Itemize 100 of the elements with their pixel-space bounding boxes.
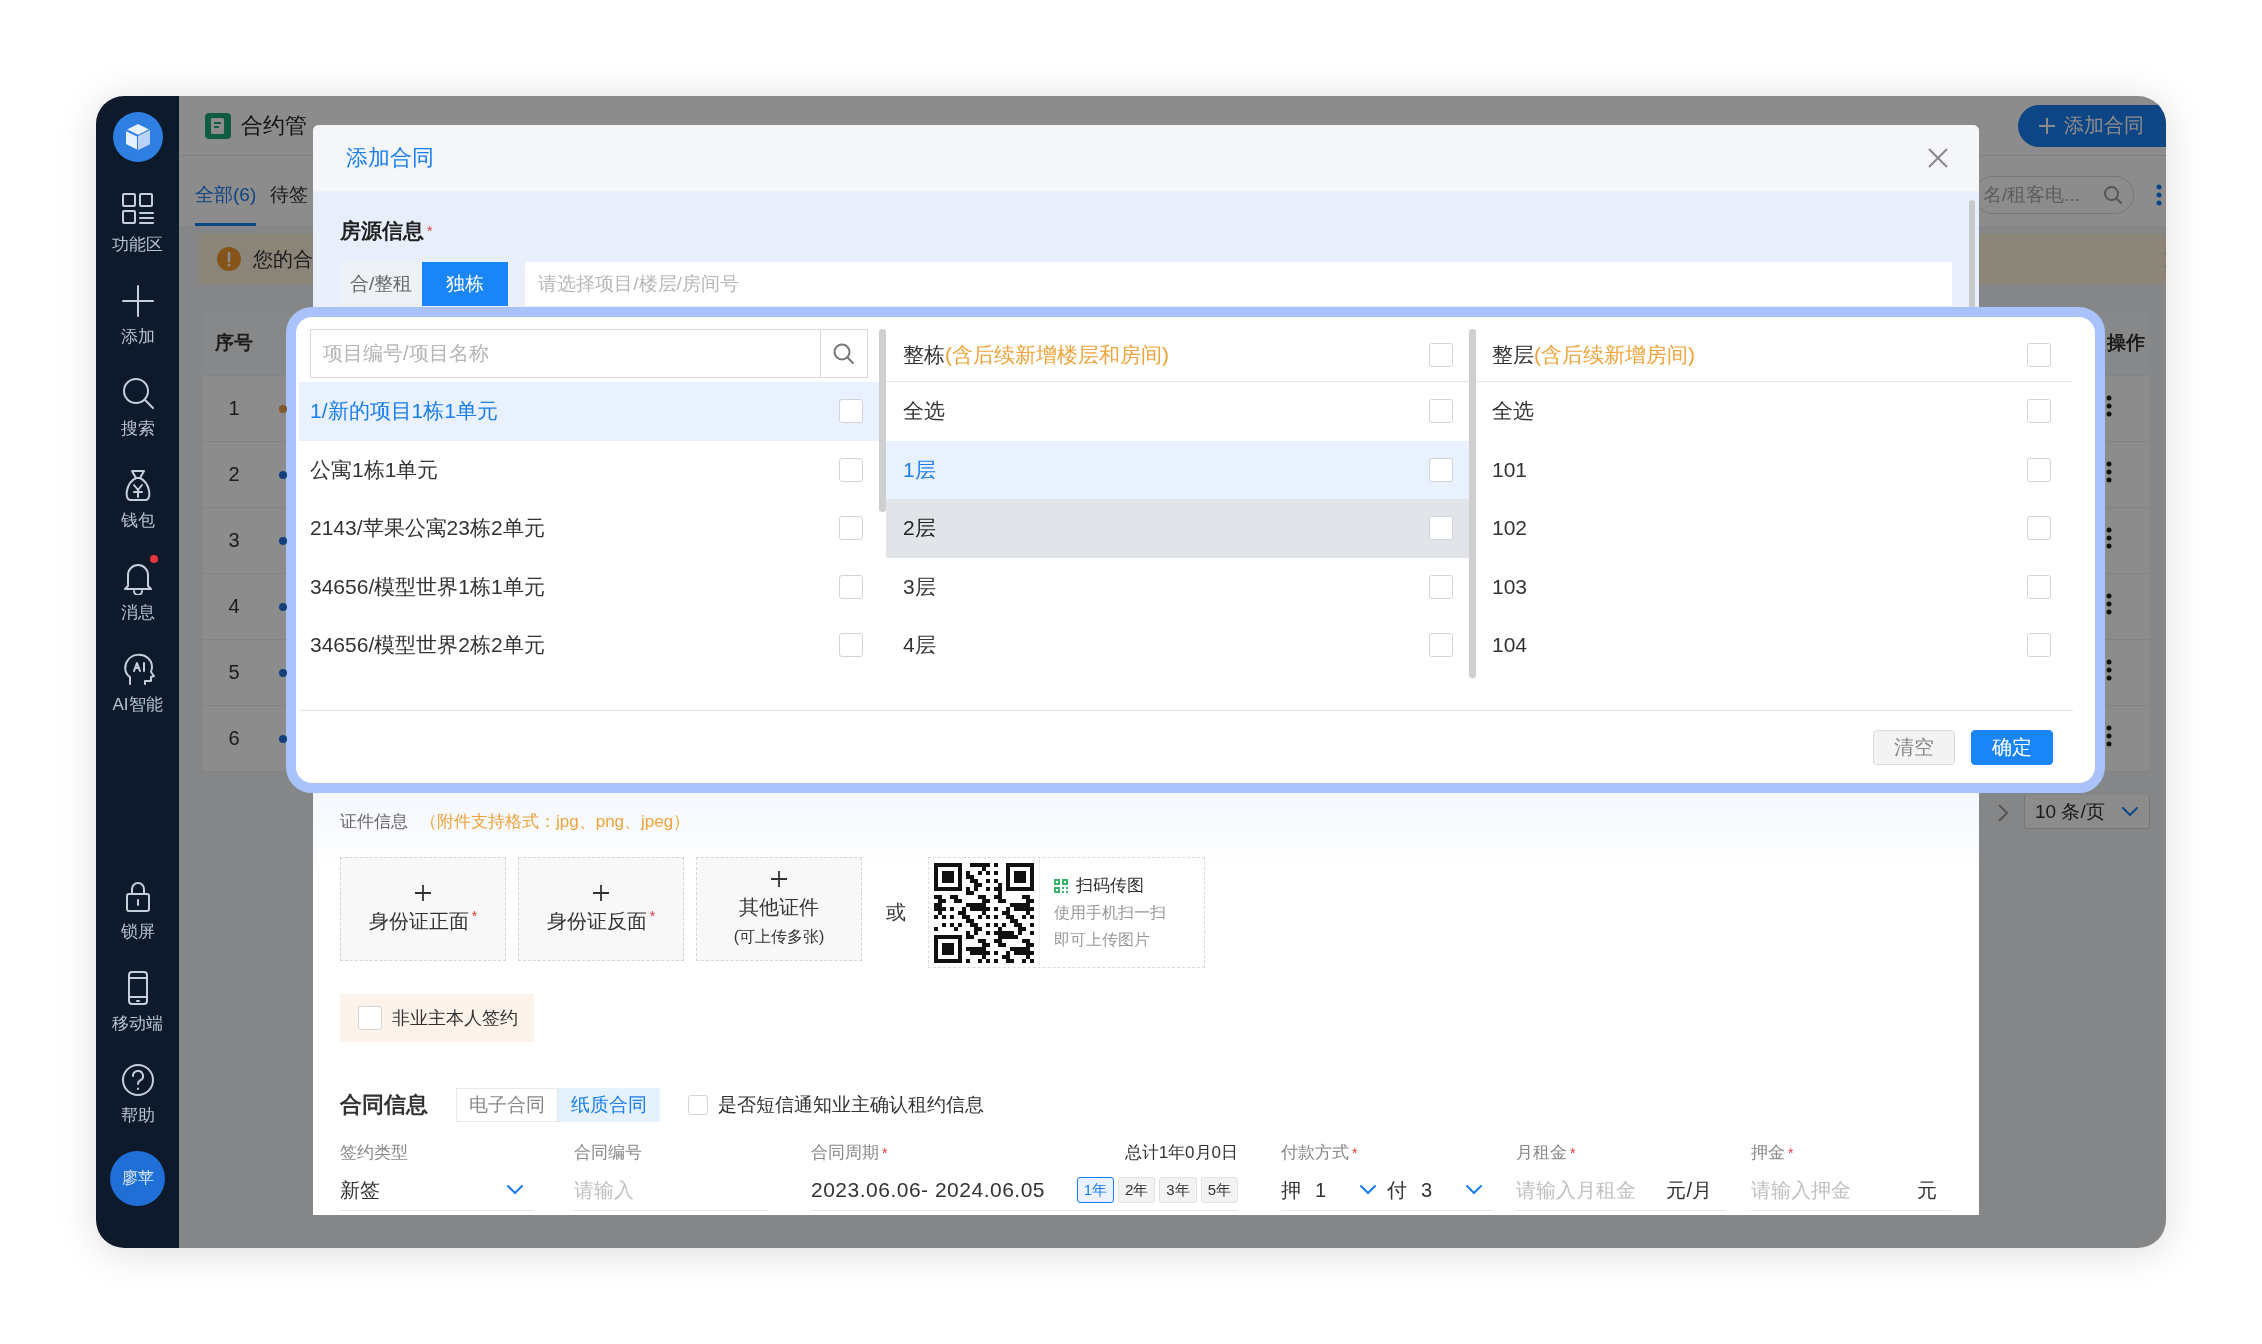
checkbox[interactable] [2027, 399, 2051, 424]
checkbox[interactable] [688, 1095, 708, 1115]
list-item[interactable]: 1/新的项目1栋1单元 [299, 382, 879, 441]
column-header: 操作 [2107, 330, 2145, 355]
chevron-down-icon [2121, 805, 2139, 818]
period-chip[interactable]: 1年 [1076, 1177, 1114, 1203]
more-icon [2106, 461, 2112, 483]
checkbox[interactable] [1429, 343, 1453, 367]
column-header: 序号 [214, 330, 254, 355]
field-label: 付款方式 * [1281, 1142, 1358, 1164]
table-cell-text: 5 [227, 661, 241, 684]
checkbox[interactable] [2027, 516, 2051, 541]
sidebar-item[interactable]: 帮助 [96, 1062, 179, 1154]
checkbox[interactable] [1429, 633, 1453, 658]
list-item[interactable]: 34656/模型世界1栋1单元 [299, 557, 879, 616]
table-cell-text: 6 [227, 727, 241, 750]
select-field[interactable]: 新签 [340, 1170, 534, 1211]
segment-tab[interactable]: 电子合同 [456, 1088, 558, 1122]
qr-hint: 使用手机扫一扫 [1054, 903, 1166, 923]
close-icon[interactable] [1927, 147, 1949, 169]
sidebar-item[interactable]: 搜索 [96, 375, 179, 467]
list-item[interactable]: 1层 [886, 440, 1469, 499]
checkbox[interactable] [839, 516, 863, 541]
page-size-select[interactable]: 10 条/页 [2024, 795, 2150, 829]
checkbox[interactable] [1429, 399, 1453, 424]
list-item[interactable]: 公寓1栋1单元 [299, 440, 879, 499]
more-icon [2106, 725, 2112, 747]
period-chip[interactable]: 2年 [1117, 1177, 1156, 1203]
field-label: 合同编号 [574, 1142, 642, 1164]
period-chip[interactable]: 3年 [1159, 1177, 1197, 1203]
sidebar-item[interactable]: 钱包 [96, 467, 179, 559]
cube-logo-icon[interactable] [112, 112, 163, 162]
unit-label: 元 [1917, 1177, 1938, 1203]
list-item[interactable]: 34656/模型世界2栋2单元 [299, 616, 879, 675]
sms-option[interactable]: 是否短信通知业主确认租约信息 [688, 1092, 984, 1118]
column-note: (含后续新增楼层和房间) [945, 342, 1169, 368]
checkbox[interactable] [839, 457, 863, 482]
sidebar-item[interactable]: 添加 [96, 283, 179, 375]
upload-box[interactable]: 身份证正面* [340, 857, 506, 961]
list-item[interactable]: 全选 [1476, 382, 2072, 441]
checkbox[interactable] [1429, 457, 1453, 482]
more-icon [2106, 527, 2112, 549]
list-item[interactable]: 104 [1476, 616, 2072, 675]
checkbox[interactable] [839, 574, 863, 599]
prefix-label: 付 [1387, 1177, 1407, 1203]
search-icon [2103, 185, 2123, 205]
chevron-down-icon [1359, 1184, 1377, 1196]
dialog-title: 添加合同 [346, 144, 434, 172]
sidebar-item[interactable]: 消息 [96, 559, 179, 651]
help-icon [119, 1062, 156, 1098]
sidebar-item[interactable]: 锁屏 [96, 878, 179, 970]
sidebar-item[interactable]: AI智能 [96, 651, 179, 743]
scrollbar-thumb[interactable] [879, 329, 886, 512]
section-title: 合同信息 [340, 1091, 428, 1119]
proxy-sign-option[interactable]: 非业主本人签约 [340, 994, 534, 1042]
list-item[interactable]: 101 [1476, 440, 2072, 499]
checkbox[interactable] [1429, 574, 1453, 599]
checkbox[interactable] [1429, 516, 1453, 541]
qr-hint: 即可上传图片 [1054, 930, 1151, 950]
period-chip[interactable]: 5年 [1200, 1177, 1238, 1203]
segment-tab[interactable]: 纸质合同 [558, 1088, 660, 1122]
table-cell-text: 3 [227, 529, 241, 552]
search-field[interactable]: 项目编号/项目名称 [310, 329, 821, 378]
checkbox[interactable] [2027, 343, 2051, 367]
text-input[interactable]: 请输入月租金 [1516, 1178, 1667, 1202]
sidebar-item[interactable]: 功能区 [96, 191, 179, 283]
property-input[interactable]: 请选择项目/楼层/房间号 [525, 262, 1952, 306]
segment-tab[interactable]: 合/整租 [340, 262, 423, 306]
scrollbar-thumb[interactable] [1469, 329, 1476, 678]
list-item[interactable]: 103 [1476, 557, 2072, 616]
checkbox[interactable] [839, 633, 863, 658]
sidebar-item[interactable]: 移动端 [96, 970, 179, 1062]
number-select[interactable]: 3 [1421, 1170, 1493, 1210]
checkbox[interactable] [2027, 633, 2051, 658]
checkbox[interactable] [839, 399, 863, 424]
text-input[interactable]: 请输入 [574, 1178, 768, 1202]
text-input[interactable]: 请输入押金 [1751, 1178, 1917, 1202]
warning-icon [217, 247, 241, 271]
tab[interactable]: 待签 [270, 156, 309, 226]
date-range[interactable]: 2023.06.06- 2024.06.05 [811, 1178, 1046, 1202]
plus-icon [414, 883, 432, 902]
list-item[interactable]: 全选 [886, 382, 1469, 441]
avatar[interactable]: 廖苹 [110, 1151, 165, 1206]
list-item[interactable]: 102 [1476, 499, 2072, 558]
qr-icon [1054, 878, 1068, 893]
confirm-button[interactable]: 确定 [1971, 729, 2053, 765]
list-item[interactable]: 2143/苹果公寓23栋2单元 [299, 499, 879, 558]
upload-box[interactable]: 身份证反面* [518, 857, 684, 961]
document-icon [205, 112, 231, 139]
search-button[interactable] [821, 329, 868, 378]
list-item[interactable]: 2层 [886, 499, 1469, 558]
checkbox[interactable] [358, 1006, 382, 1030]
checkbox[interactable] [2027, 574, 2051, 599]
checkbox[interactable] [2027, 457, 2051, 482]
number-select[interactable]: 1 [1315, 1170, 1387, 1210]
list-item[interactable]: 4层 [886, 616, 1469, 675]
upload-box[interactable]: 其他证件 (可上传多张) [696, 857, 862, 961]
chevron-right-icon [1997, 803, 2009, 823]
list-item[interactable]: 3层 [886, 557, 1469, 616]
segment-tab[interactable]: 独栋 [422, 262, 509, 306]
